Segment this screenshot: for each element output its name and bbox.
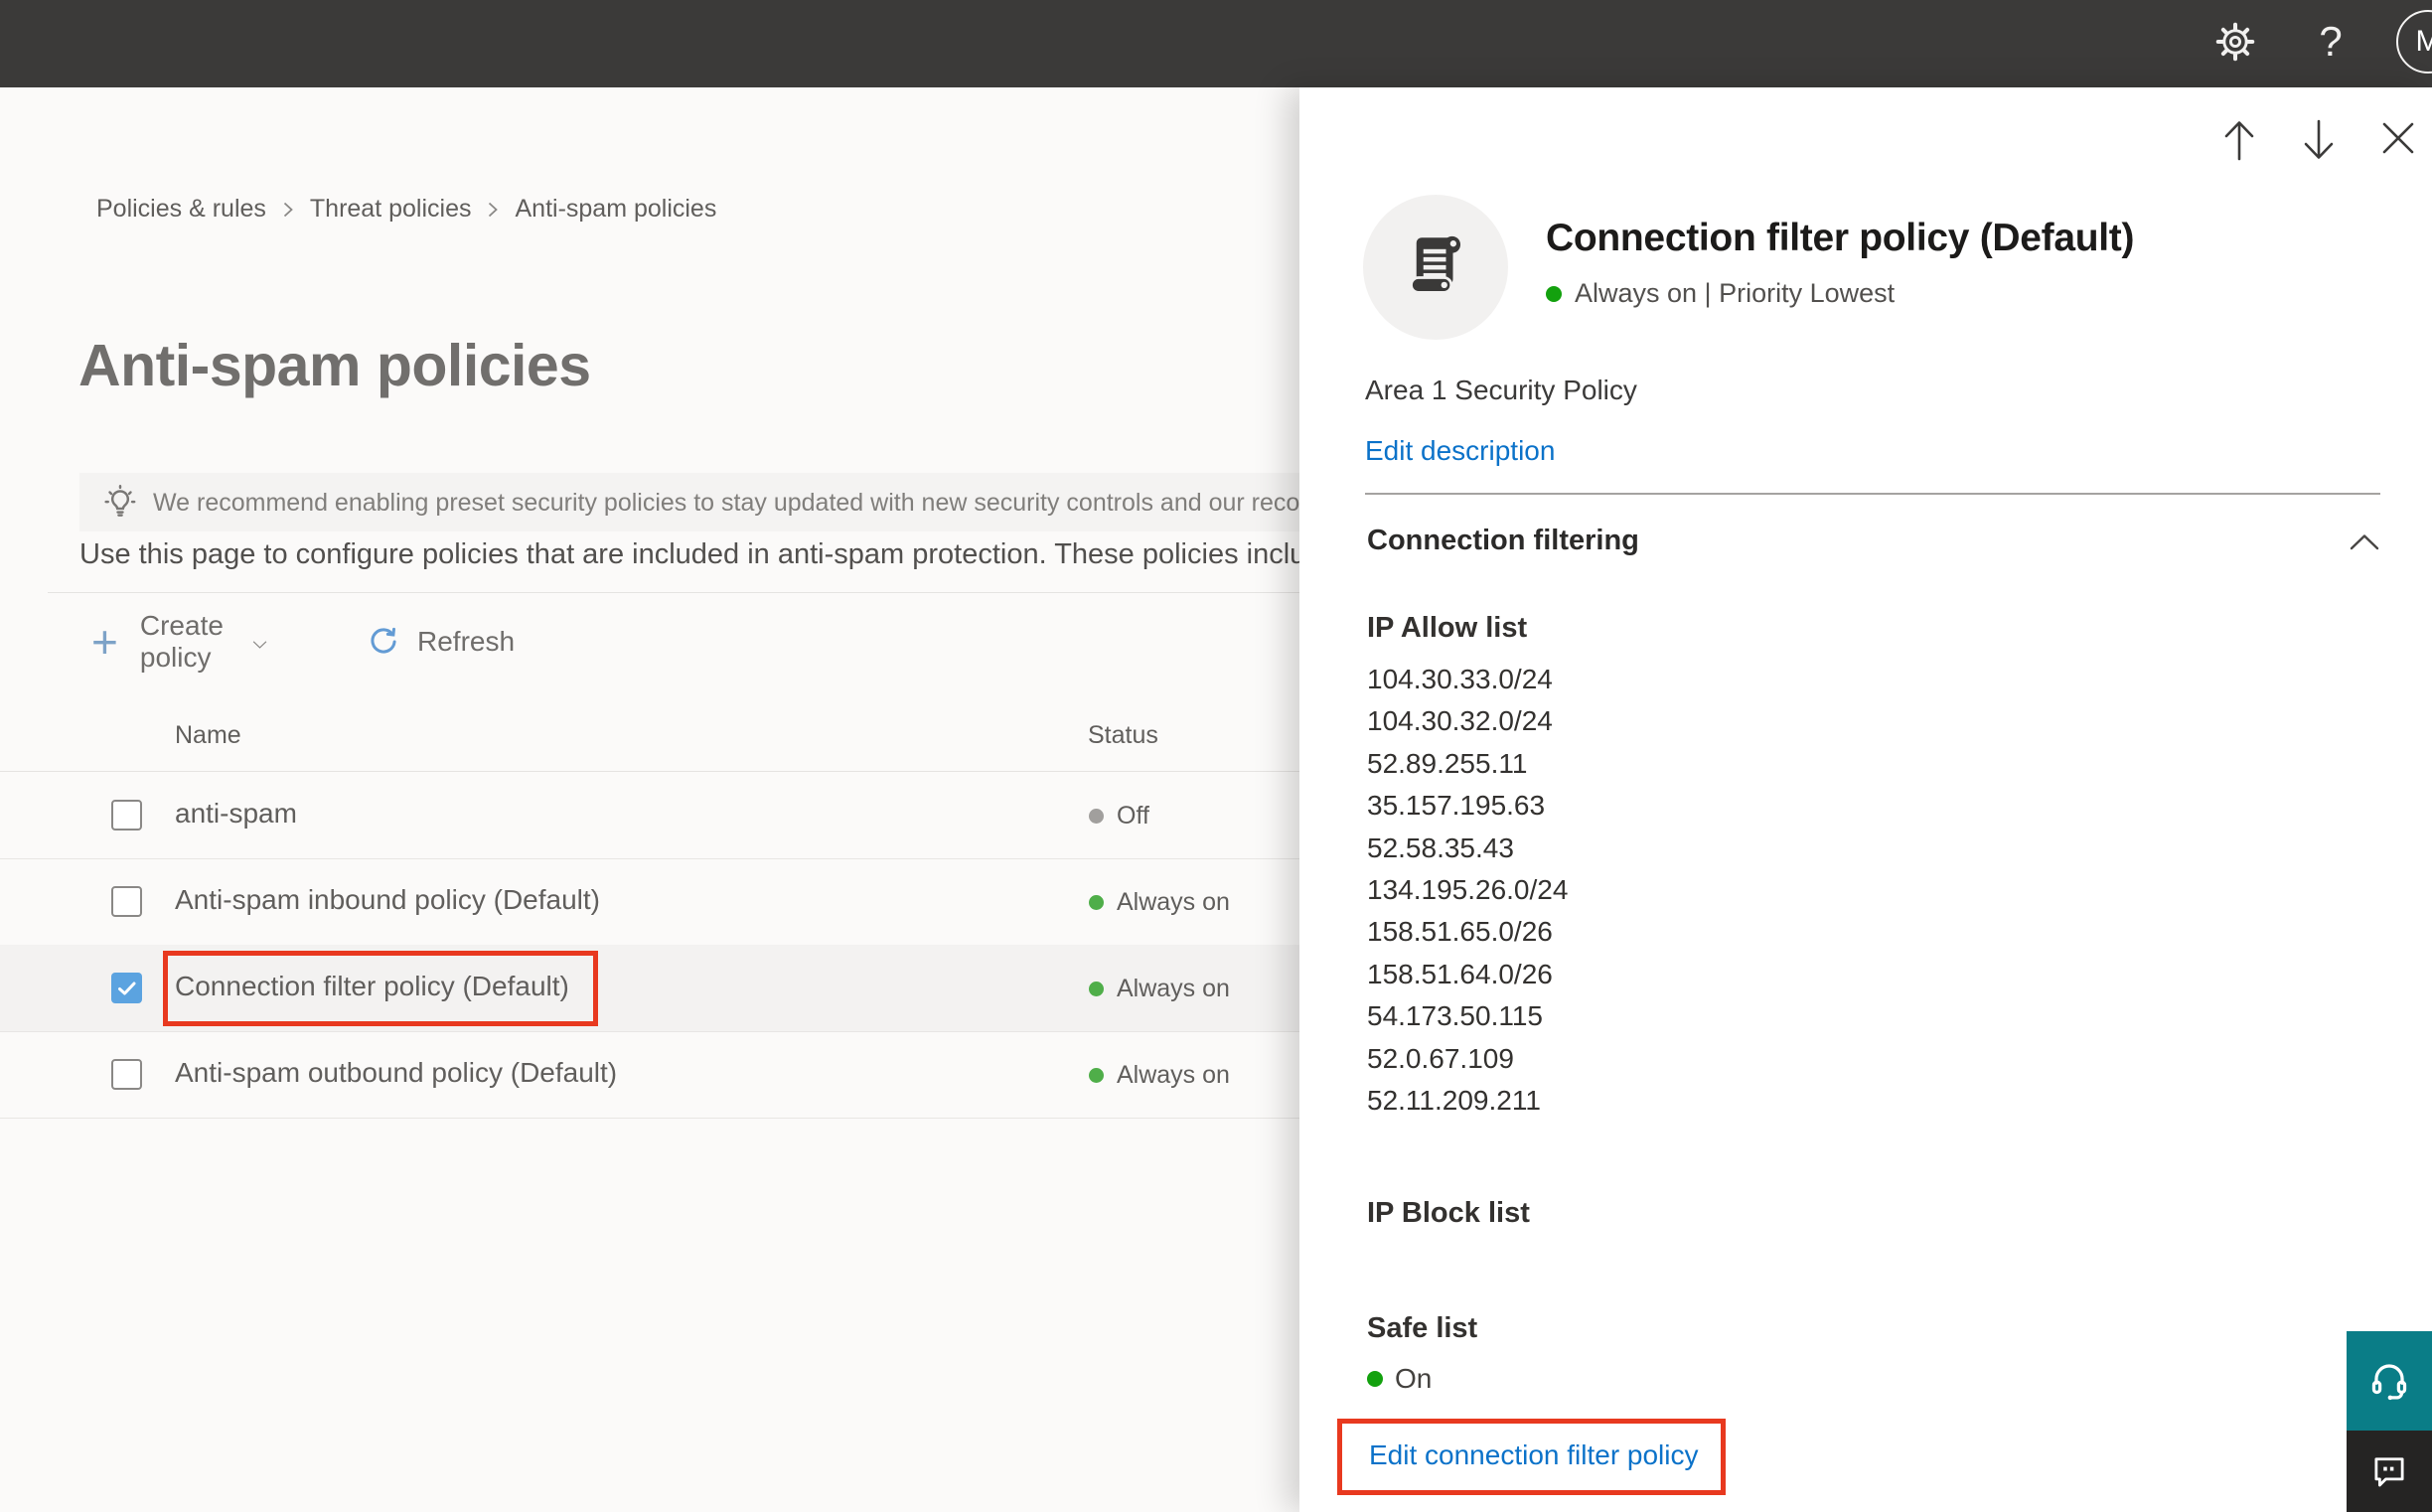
- status-dot-on: [1089, 895, 1104, 910]
- safe-list-label: Safe list: [1367, 1312, 1478, 1344]
- divider: [1365, 493, 2380, 495]
- policy-type-avatar: [1363, 195, 1508, 340]
- safe-list-status: On: [1367, 1363, 1432, 1395]
- ip-entry: 158.51.65.0/26: [1367, 916, 1553, 948]
- table-row-inbound-policy[interactable]: Anti-spam inbound policy (Default) Alway…: [0, 858, 1391, 946]
- flyout-title: Connection filter policy (Default): [1546, 217, 2135, 259]
- chevron-right-icon: [489, 202, 499, 217]
- refresh-label: Refresh: [417, 626, 516, 657]
- anti-spam-policies-page: ? M Policies & rules Threat policies Ant…: [0, 0, 2432, 1512]
- status-dot-on: [1089, 982, 1104, 996]
- close-icon[interactable]: [2380, 120, 2416, 161]
- refresh-icon: [371, 627, 396, 654]
- previous-item-arrow-icon[interactable]: [2218, 117, 2260, 168]
- column-header-name[interactable]: Name: [175, 721, 241, 750]
- status-dot-on: [1367, 1371, 1383, 1387]
- connection-filtering-section-title: Connection filtering: [1367, 525, 1639, 556]
- refresh-button[interactable]: Refresh: [366, 614, 515, 670]
- feedback-button[interactable]: [2347, 1431, 2432, 1512]
- support-button[interactable]: [2347, 1331, 2432, 1431]
- policy-status: Off: [1117, 802, 1149, 830]
- breadcrumb-policies-rules[interactable]: Policies & rules: [96, 195, 266, 224]
- flyout-status-text: Always on | Priority Lowest: [1575, 278, 1896, 308]
- edit-connection-filter-policy-link[interactable]: Edit connection filter policy: [1369, 1439, 1699, 1471]
- create-policy-label: Create policy: [139, 610, 224, 673]
- ip-entry: 52.89.255.11: [1367, 747, 1528, 779]
- status-dot-on: [1089, 1068, 1104, 1083]
- row-checkbox[interactable]: [111, 886, 142, 917]
- policy-description: Area 1 Security Policy: [1365, 375, 1637, 405]
- next-item-arrow-icon[interactable]: [2298, 117, 2340, 168]
- ip-entry: 52.0.67.109: [1367, 1042, 1514, 1074]
- settings-gear-icon[interactable]: [2213, 20, 2257, 64]
- divider: [48, 592, 1391, 593]
- table-row-outbound-policy[interactable]: Anti-spam outbound policy (Default) Alwa…: [0, 1031, 1391, 1119]
- breadcrumb-threat-policies[interactable]: Threat policies: [310, 195, 472, 224]
- ip-entry: 35.157.195.63: [1367, 790, 1546, 822]
- page-description: Use this page to configure policies that…: [79, 538, 1338, 570]
- lightbulb-icon: [99, 482, 141, 524]
- chevron-up-icon[interactable]: [2349, 532, 2380, 557]
- page-title: Anti-spam policies: [78, 333, 591, 398]
- plus-icon: +: [91, 616, 118, 668]
- chevron-right-icon: [283, 202, 293, 217]
- create-policy-button[interactable]: + Create policy: [91, 610, 267, 673]
- help-icon[interactable]: ?: [2311, 12, 2351, 72]
- safe-list-status-text: On: [1395, 1363, 1433, 1394]
- policy-name: Anti-spam outbound policy (Default): [175, 1057, 618, 1088]
- feedback-bubble-icon: [2374, 1457, 2404, 1487]
- account-avatar[interactable]: M: [2396, 10, 2432, 74]
- flyout-status-line: Always on | Priority Lowest: [1546, 278, 1895, 309]
- ip-entry: 52.58.35.43: [1367, 832, 1514, 863]
- avatar-initial: M: [2415, 25, 2432, 58]
- chevron-down-icon: [252, 641, 267, 649]
- breadcrumb-anti-spam-policies[interactable]: Anti-spam policies: [515, 195, 716, 224]
- breadcrumb: Policies & rules Threat policies Anti-sp…: [96, 195, 716, 224]
- table-header: Name Status: [0, 707, 1391, 772]
- banner-text: We recommend enabling preset security po…: [153, 489, 1355, 517]
- policy-status: Always on: [1117, 1061, 1230, 1089]
- policy-name: Anti-spam inbound policy (Default): [175, 884, 600, 915]
- row-checkbox[interactable]: [111, 800, 142, 831]
- recommendation-banner: We recommend enabling preset security po…: [79, 473, 1391, 531]
- ip-entry: 134.195.26.0/24: [1367, 874, 1569, 906]
- ip-entry: 104.30.33.0/24: [1367, 664, 1553, 694]
- status-dot-off: [1089, 809, 1104, 824]
- column-header-status[interactable]: Status: [1088, 721, 1158, 750]
- policy-status: Always on: [1117, 888, 1230, 916]
- row-checkbox[interactable]: [111, 1059, 142, 1090]
- status-dot-on: [1546, 285, 1562, 302]
- edit-description-link[interactable]: Edit description: [1365, 435, 1555, 467]
- ip-entry: 54.173.50.115: [1367, 1000, 1543, 1032]
- scroll-icon: [1410, 235, 1461, 294]
- table-row-anti-spam[interactable]: anti-spam Off: [0, 772, 1391, 859]
- ip-allow-list-label: IP Allow list: [1367, 612, 1528, 644]
- policy-name: anti-spam: [175, 798, 297, 829]
- top-app-bar: ? M: [0, 0, 2432, 87]
- headset-icon: [2371, 1364, 2407, 1401]
- checkmark-icon: [117, 982, 135, 994]
- policy-name: Connection filter policy (Default): [175, 971, 569, 1001]
- ip-block-list-label: IP Block list: [1367, 1197, 1530, 1229]
- policy-status: Always on: [1117, 975, 1230, 1002]
- row-checkbox-checked[interactable]: [111, 973, 142, 1003]
- ip-entry: 158.51.64.0/26: [1367, 958, 1553, 989]
- table-row-connection-filter-policy[interactable]: Connection filter policy (Default) Alway…: [0, 945, 1391, 1032]
- ip-entry: 104.30.32.0/24: [1367, 705, 1553, 737]
- ip-allow-list: 104.30.33.0/24 104.30.32.0/24 52.89.255.…: [1367, 659, 1568, 1122]
- ip-entry: 52.11.209.211: [1367, 1085, 1541, 1117]
